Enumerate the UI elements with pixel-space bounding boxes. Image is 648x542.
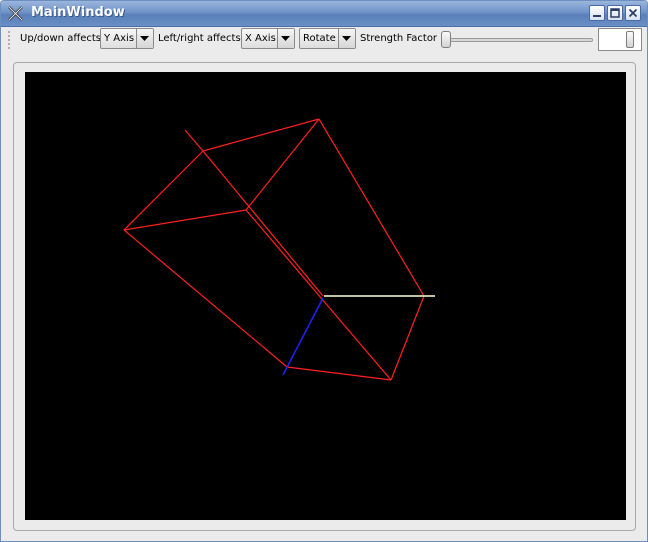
scene-canvas	[123, 118, 435, 381]
updown-combo[interactable]: Y Axis	[100, 28, 154, 49]
strength-label: Strength Factor	[360, 33, 438, 44]
minimize-button[interactable]	[589, 5, 605, 21]
minimize-icon	[593, 15, 601, 17]
leftright-dropdown-button[interactable]	[277, 29, 294, 48]
leftright-label: Left/right affects	[158, 33, 241, 44]
updown-label: Up/down affects	[20, 33, 101, 44]
cube-edge	[245, 209, 392, 381]
z-axis-line	[282, 297, 324, 376]
mode-value: Rotate	[303, 33, 336, 44]
toolbar-grip-icon[interactable]	[7, 30, 11, 50]
cube-edge	[390, 295, 425, 381]
title-bar[interactable]: MainWindow	[1, 1, 647, 27]
leftright-combo[interactable]: X Axis	[241, 28, 295, 49]
strength-spin-knob[interactable]	[626, 31, 634, 48]
cube-edge	[318, 118, 425, 297]
strength-slider-handle[interactable]	[441, 31, 451, 48]
strength-slider[interactable]	[447, 38, 593, 42]
mode-combo[interactable]: Rotate	[299, 28, 356, 49]
cube-edge	[123, 229, 288, 368]
cube-edge	[202, 118, 320, 152]
strength-value-box[interactable]	[598, 28, 642, 51]
toolbar: Up/down affects Y Axis Left/right affect…	[1, 27, 647, 53]
cube-edge	[184, 129, 204, 152]
maximize-button[interactable]	[607, 5, 623, 21]
main-window: MainWindow Up/down affects Y Axis Left/r…	[0, 0, 648, 542]
leftright-value: X Axis	[245, 33, 276, 44]
chevron-down-icon	[281, 36, 290, 41]
updown-dropdown-button[interactable]	[136, 29, 153, 48]
cube-edge	[123, 150, 204, 231]
mode-dropdown-button[interactable]	[338, 29, 355, 48]
window-title: MainWindow	[31, 5, 125, 20]
close-icon	[628, 8, 638, 18]
cube-edge	[202, 150, 324, 297]
cube-edge	[123, 209, 247, 231]
updown-value: Y Axis	[104, 33, 135, 44]
chevron-down-icon	[342, 36, 351, 41]
app-icon	[7, 5, 24, 22]
cube-edge	[245, 118, 320, 211]
gl-viewport[interactable]	[25, 72, 626, 520]
cube-edge	[286, 366, 392, 381]
maximize-icon	[610, 8, 620, 18]
close-button[interactable]	[625, 5, 641, 21]
chevron-down-icon	[140, 36, 149, 41]
